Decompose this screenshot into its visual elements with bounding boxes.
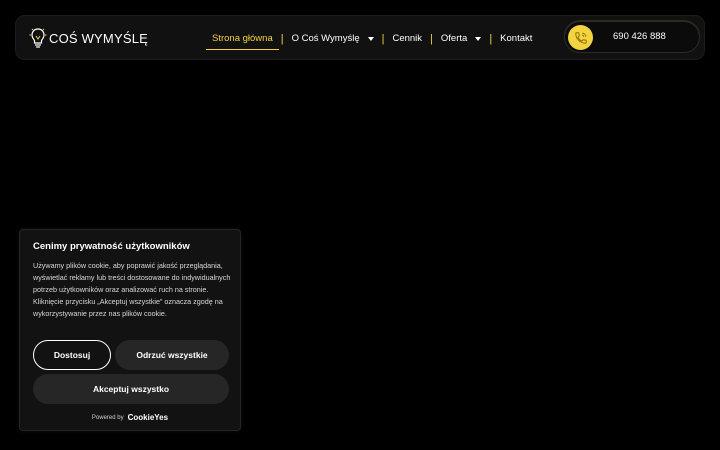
phone-number[interactable]: 690 426 888	[613, 22, 666, 52]
nav-item-home[interactable]: Strona główna	[206, 16, 279, 61]
nav-item-label: Oferta	[440, 33, 468, 44]
site-header: COŚ WYMYŚLĘ Strona główna | O Coś Wymyśl…	[15, 15, 705, 60]
nav-item-label: O Coś Wymyślę	[291, 33, 360, 44]
nav-separator: |	[381, 32, 385, 45]
powered-by: Powered by CookieYes	[20, 413, 240, 422]
nav-separator: |	[489, 32, 493, 45]
phone-icon	[574, 31, 587, 44]
nav-separator: |	[280, 32, 284, 45]
nav-item-pricing[interactable]: Cennik	[386, 16, 428, 61]
logo[interactable]: COŚ WYMYŚLĘ	[29, 26, 148, 50]
phone-button[interactable]	[568, 25, 593, 50]
main-nav: Strona główna | O Coś Wymyślę | Cennik |…	[206, 16, 538, 61]
cookie-consent-banner: Cenimy prywatność użytkowników Używamy p…	[19, 229, 241, 431]
chevron-down-icon	[367, 36, 374, 41]
powered-by-label: Powered by	[91, 414, 124, 421]
nav-item-label: Kontakt	[500, 33, 533, 44]
cookie-title: Cenimy prywatność użytkowników	[33, 241, 190, 252]
nav-item-label: Cennik	[392, 33, 423, 44]
cookieyes-logo[interactable]: CookieYes	[128, 413, 168, 422]
reject-all-button[interactable]: Odrzuć wszystkie	[115, 340, 229, 370]
nav-item-offer[interactable]: Oferta	[435, 16, 487, 61]
nav-item-contact[interactable]: Kontakt	[494, 16, 538, 61]
nav-separator: |	[430, 32, 433, 45]
logo-text: COŚ WYMYŚLĘ	[49, 30, 148, 46]
accept-all-button[interactable]: Akceptuj wszystko	[33, 374, 229, 404]
chevron-down-icon	[475, 36, 482, 41]
nav-item-label: Strona główna	[212, 33, 273, 44]
customize-button[interactable]: Dostosuj	[33, 340, 111, 370]
phone-contact[interactable]: 690 426 888	[564, 21, 700, 53]
lightbulb-icon	[29, 28, 47, 48]
cookie-description: Używamy plików cookie, aby poprawić jako…	[33, 261, 231, 318]
nav-item-about[interactable]: O Coś Wymyślę	[286, 16, 380, 61]
